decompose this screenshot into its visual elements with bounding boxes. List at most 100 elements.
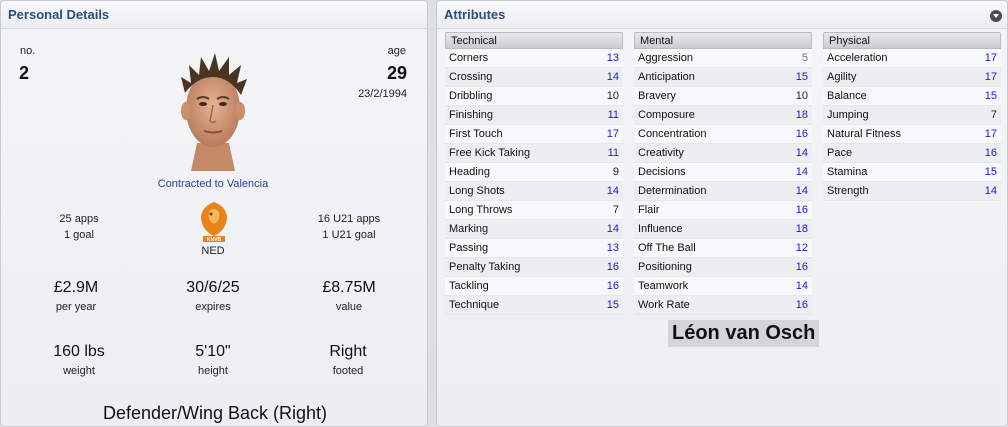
attribute-value: 7 [990, 109, 997, 121]
height-label: height [198, 365, 228, 377]
attribute-row[interactable]: Off The Ball 12 [634, 239, 812, 258]
attribute-name: Crossing [449, 71, 493, 83]
attribute-value: 12 [795, 242, 808, 254]
attribute-row[interactable]: Bravery 10 [634, 87, 812, 106]
attribute-row[interactable]: Strength 14 [823, 182, 1001, 201]
personal-details-header: Personal Details [1, 1, 427, 29]
u21-apps: 16 U21 apps [317, 213, 381, 225]
preferred-foot: Right [329, 343, 367, 360]
attribute-row[interactable]: First Touch 17 [445, 125, 623, 144]
attribute-value: 14 [606, 223, 619, 235]
attribute-row[interactable]: Pace 16 [823, 144, 1001, 163]
attribute-row[interactable]: Agility 17 [823, 68, 1001, 87]
attribute-row[interactable]: Corners 13 [445, 49, 623, 68]
height-value: 5'10" [195, 343, 231, 360]
attribute-name: Long Throws [449, 204, 513, 216]
attribute-row[interactable]: Teamwork 14 [634, 277, 812, 296]
attribute-row[interactable]: Heading 9 [445, 163, 623, 182]
attribute-row[interactable]: Long Shots 14 [445, 182, 623, 201]
attributes-header: Attributes [437, 1, 1007, 29]
attribute-name: Concentration [638, 128, 707, 140]
technical-list: Corners 13 Crossing 14 Dribbling 10 Finishing 1… [445, 49, 623, 315]
attribute-value: 16 [984, 147, 997, 159]
player-name: Léon van Osch [668, 320, 820, 347]
attribute-name: Balance [827, 90, 867, 102]
attribute-row[interactable]: Jumping 7 [823, 106, 1001, 125]
attribute-row[interactable]: Free Kick Taking 11 [445, 144, 623, 163]
attribute-value: 18 [795, 109, 808, 121]
weight-label: weight [63, 365, 95, 377]
attribute-row[interactable]: Anticipation 15 [634, 68, 812, 87]
attribute-value: 14 [984, 185, 997, 197]
attribute-name: Bravery [638, 90, 676, 102]
attribute-row[interactable]: Determination 14 [634, 182, 812, 201]
attribute-value: 11 [607, 147, 619, 159]
attribute-value: 15 [795, 71, 808, 83]
attribute-row[interactable]: Penalty Taking 16 [445, 258, 623, 277]
attribute-name: Tackling [449, 280, 489, 292]
attribute-name: Penalty Taking [449, 261, 521, 273]
attribute-value: 7 [612, 204, 619, 216]
attribute-value: 16 [606, 280, 619, 292]
attribute-row[interactable]: Acceleration 17 [823, 49, 1001, 68]
mental-header: Mental [634, 32, 812, 49]
attribute-row[interactable]: Dribbling 10 [445, 87, 623, 106]
knvb-badge-icon[interactable]: KNVB [197, 200, 231, 246]
chevron-down-icon[interactable] [990, 10, 1002, 22]
attribute-row[interactable]: Work Rate 16 [634, 296, 812, 315]
attribute-name: Work Rate [638, 299, 690, 311]
nationality: NED [201, 245, 225, 257]
attribute-value: 9 [612, 166, 619, 178]
attribute-value: 15 [984, 166, 997, 178]
attribute-value: 5 [801, 52, 808, 64]
attribute-value: 10 [795, 90, 808, 102]
wage-label: per year [55, 301, 97, 313]
attribute-row[interactable]: Positioning 16 [634, 258, 812, 277]
attribute-row[interactable]: Long Throws 7 [445, 201, 623, 220]
contract-club-link[interactable]: Contracted to Valencia [113, 178, 313, 190]
mental-column: Mental Aggression 5 Anticipation 15 Bravery 1… [634, 32, 812, 315]
attribute-value: 15 [984, 90, 997, 102]
attribute-value: 17 [984, 52, 997, 64]
attribute-value: 10 [606, 90, 619, 102]
player-value-label: value [335, 301, 363, 313]
personal-details-panel: Personal Details no. 2 age 29 23/2/1994 [0, 0, 428, 427]
attribute-row[interactable]: Influence 18 [634, 220, 812, 239]
attribute-value: 14 [795, 280, 808, 292]
attribute-name: Free Kick Taking [449, 147, 531, 159]
attribute-row[interactable]: Crossing 14 [445, 68, 623, 87]
attribute-row[interactable]: Aggression 5 [634, 49, 812, 68]
attribute-row[interactable]: Stamina 15 [823, 163, 1001, 182]
attribute-name: Determination [638, 185, 707, 197]
attribute-value: 16 [795, 261, 808, 273]
weight-value: 160 lbs [53, 343, 105, 360]
attribute-name: Acceleration [827, 52, 888, 64]
attribute-row[interactable]: Finishing 11 [445, 106, 623, 125]
attribute-row[interactable]: Passing 13 [445, 239, 623, 258]
technical-column: Technical Corners 13 Crossing 14 Dribbling 10… [445, 32, 623, 315]
squad-number: 2 [19, 63, 30, 83]
attribute-name: Marking [449, 223, 489, 235]
attribute-name: Anticipation [638, 71, 695, 83]
attribute-row[interactable]: Balance 15 [823, 87, 1001, 106]
attribute-row[interactable]: Technique 15 [445, 296, 623, 315]
contract-expiry: 30/6/25 [186, 279, 240, 296]
attribute-name: Composure [638, 109, 695, 121]
attribute-name: Jumping [827, 109, 869, 121]
attribute-row[interactable]: Creativity 14 [634, 144, 812, 163]
attribute-row[interactable]: Marking 14 [445, 220, 623, 239]
attribute-row[interactable]: Flair 16 [634, 201, 812, 220]
attribute-row[interactable]: Composure 18 [634, 106, 812, 125]
physical-column: Physical Acceleration 17 Agility 17 Balance 1… [823, 32, 1001, 201]
attribute-name: Agility [827, 71, 857, 83]
international-apps: 25 apps [59, 213, 99, 225]
contract-expiry-label: expires [195, 301, 231, 313]
date-of-birth: 23/2/1994 [358, 88, 407, 100]
attribute-value: 13 [606, 52, 619, 64]
international-goals: 1 goal [64, 229, 94, 241]
attribute-row[interactable]: Concentration 16 [634, 125, 812, 144]
attribute-row[interactable]: Natural Fitness 17 [823, 125, 1001, 144]
attribute-row[interactable]: Decisions 14 [634, 163, 812, 182]
player-value: £8.75M [322, 279, 376, 296]
attribute-row[interactable]: Tackling 16 [445, 277, 623, 296]
